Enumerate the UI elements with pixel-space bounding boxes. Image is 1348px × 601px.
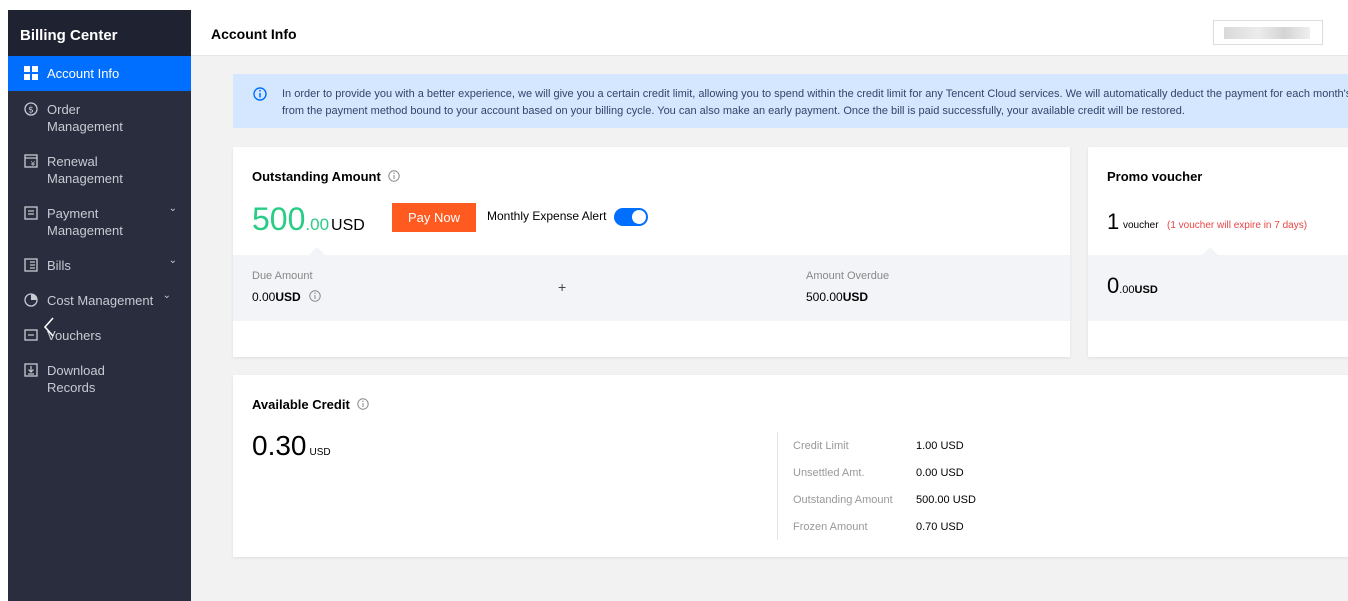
sidebar-item-label: Cost Management: [47, 293, 154, 308]
credit-detail-label: Frozen Amount: [793, 521, 868, 533]
amount-overdue-number: 500.00: [806, 290, 843, 304]
voucher-unit: voucher: [1123, 220, 1159, 231]
info-banner: In order to provide you with a better ex…: [233, 74, 1348, 128]
credit-amount: 0.30: [252, 430, 307, 461]
voucher-expire-note[interactable]: (1 voucher will expire in 7 days): [1167, 220, 1307, 231]
promo-voucher-title: Promo voucher: [1107, 169, 1203, 184]
amount-integer: 500: [252, 201, 306, 237]
billing-center-window: Billing Center Account Info $ Order Mana…: [8, 10, 1348, 601]
info-tip-icon[interactable]: [357, 398, 370, 410]
sidebar-item-label: Download Records: [47, 363, 105, 395]
due-amount-currency: USD: [275, 290, 301, 304]
available-credit-value: 0.30 USD: [252, 430, 331, 462]
credit-currency: USD: [309, 447, 331, 458]
credit-detail-label: Unsettled Amt.: [793, 467, 865, 479]
credit-detail-value: 0.70 USD: [916, 521, 964, 533]
info-icon: [253, 87, 267, 101]
due-amount-value: 0.00USD: [252, 290, 321, 304]
plus-sign: +: [558, 279, 567, 295]
sidebar-item-payment-management[interactable]: Payment Management ⌄: [8, 195, 191, 247]
sidebar-item-vouchers[interactable]: Vouchers: [8, 317, 191, 352]
download-icon: [24, 363, 38, 377]
voucher-icon: [24, 329, 38, 341]
promo-amount-currency: USD: [1134, 284, 1158, 296]
redacted-username: [1224, 27, 1310, 39]
collapse-sidebar-icon[interactable]: [42, 316, 56, 338]
toggle-knob: [632, 210, 646, 224]
promo-amount-integer: 0: [1107, 273, 1120, 298]
amount-overdue-label: Amount Overdue: [806, 270, 890, 282]
sidebar-item-renewal-management[interactable]: ¥ Renewal Management: [8, 143, 191, 195]
outstanding-amount-title-text: Outstanding Amount: [252, 169, 381, 184]
sidebar-item-order-management[interactable]: $ Order Management: [8, 91, 191, 143]
available-credit-card: Available Credit 0.30 USD Credit Limit 1.…: [233, 375, 1348, 557]
amount-currency: USD: [331, 217, 365, 234]
pay-now-button[interactable]: Pay Now: [392, 203, 476, 232]
sidebar-item-label: Payment Management: [47, 206, 123, 238]
panel-notch: [309, 247, 325, 255]
account-menu[interactable]: [1213, 20, 1323, 45]
credit-detail-label: Credit Limit: [793, 440, 849, 452]
credit-detail-value: 500.00 USD: [916, 494, 976, 506]
amount-overdue-currency: USD: [842, 290, 869, 304]
renewal-icon: ¥: [24, 154, 38, 168]
amount-decimal: .00: [305, 215, 330, 234]
voucher-count: 1: [1107, 209, 1120, 234]
bill-icon: [24, 258, 38, 272]
svg-text:$: $: [28, 106, 34, 116]
monthly-expense-alert-toggle[interactable]: [614, 208, 648, 226]
chevron-down-icon: ⌄: [162, 290, 171, 301]
dollar-circle-icon: $: [24, 102, 38, 116]
sidebar-item-account-info[interactable]: Account Info: [8, 56, 191, 91]
pie-chart-icon: [24, 293, 38, 307]
credit-detail-label: Outstanding Amount: [793, 494, 893, 506]
vertical-divider: [777, 432, 778, 540]
outstanding-amount-value: 500.00 USD: [252, 201, 365, 238]
amount-overdue-value: 500.00USD: [806, 290, 868, 304]
sidebar: Billing Center Account Info $ Order Mana…: [8, 10, 191, 601]
sidebar-item-label: Bills: [47, 258, 71, 273]
info-tip-icon[interactable]: [388, 170, 401, 182]
sidebar-item-label: Account Info: [47, 66, 120, 81]
credit-detail-value: 0.00 USD: [916, 467, 964, 479]
chevron-down-icon: ⌄: [168, 255, 177, 266]
panel-notch: [1202, 247, 1218, 255]
outstanding-amount-title: Outstanding Amount: [252, 169, 401, 184]
available-credit-title: Available Credit: [252, 397, 370, 412]
page-header: Account Info: [191, 10, 1348, 56]
sidebar-title: Billing Center: [8, 10, 191, 56]
outstanding-breakdown: Due Amount 0.00USD + Amount Overdue 500.…: [233, 247, 1070, 321]
svg-text:¥: ¥: [31, 160, 36, 168]
info-banner-text: In order to provide you with a better ex…: [282, 88, 1348, 117]
chevron-down-icon: ⌄: [168, 203, 177, 214]
page-title: Account Info: [211, 26, 297, 42]
payment-icon: [24, 206, 38, 220]
sidebar-item-label: Renewal Management: [47, 154, 123, 186]
grid-icon: [24, 66, 38, 80]
available-credit-title-text: Available Credit: [252, 397, 350, 412]
sidebar-item-download-records[interactable]: Download Records: [8, 352, 191, 404]
sidebar-item-label: Order Management: [47, 102, 123, 134]
due-amount-number: 0.00: [252, 290, 276, 304]
monthly-expense-alert-label: Monthly Expense Alert: [487, 209, 607, 223]
sidebar-item-cost-management[interactable]: Cost Management ⌄: [8, 282, 191, 317]
info-tip-icon[interactable]: [309, 290, 321, 302]
sidebar-item-bills[interactable]: Bills ⌄: [8, 247, 191, 282]
outstanding-amount-card: Outstanding Amount 500.00 USD Pay Now Mon…: [233, 147, 1070, 357]
credit-detail-value: 1.00 USD: [916, 440, 964, 452]
sidebar-nav: Account Info $ Order Management ¥ Renewa…: [8, 56, 191, 404]
promo-voucher-card: Promo voucher 1 voucher (1 voucher will …: [1088, 147, 1348, 357]
promo-amount-decimal: .00: [1119, 284, 1135, 296]
promo-voucher-balance-panel: 0.00USD: [1088, 247, 1348, 321]
due-amount-label: Due Amount: [252, 270, 313, 282]
promo-voucher-balance: 0.00USD: [1107, 273, 1158, 299]
